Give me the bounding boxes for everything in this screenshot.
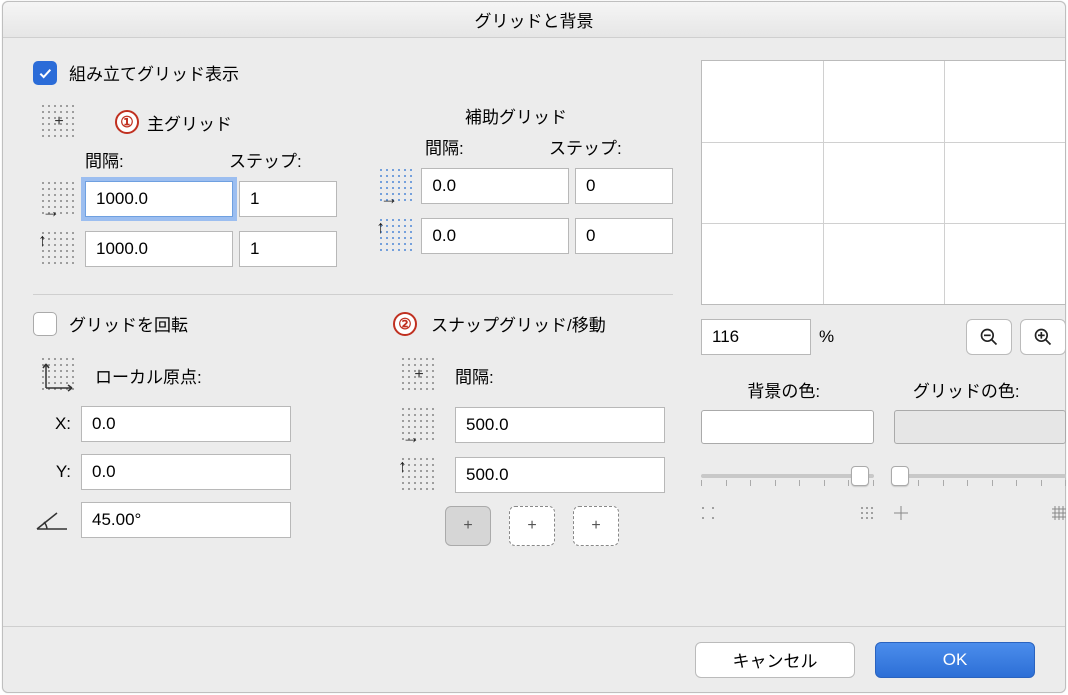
snap-mode-1-button[interactable]: + bbox=[445, 506, 491, 546]
snap-spacing-label: 間隔: bbox=[455, 363, 494, 388]
origin-x-input[interactable] bbox=[81, 406, 291, 442]
snap-grid-icon bbox=[400, 356, 438, 394]
dense-dots-icon bbox=[860, 506, 874, 520]
origin-y-input[interactable] bbox=[81, 454, 291, 490]
grid-color-label: グリッドの色: bbox=[913, 377, 1020, 402]
main-grid-spacing-x-input[interactable] bbox=[85, 181, 233, 217]
main-grid-spacing-label: 間隔: bbox=[85, 147, 229, 172]
snap-mode-2-button[interactable]: + bbox=[509, 506, 555, 546]
y-label: Y: bbox=[33, 462, 71, 482]
zoom-percent-label: % bbox=[819, 327, 834, 347]
axes-icon bbox=[40, 356, 78, 394]
aux-grid-step-x-input[interactable] bbox=[575, 168, 673, 204]
snap-grid-title: スナップグリッド/移動 bbox=[431, 311, 606, 336]
bg-color-well[interactable] bbox=[701, 410, 874, 444]
local-origin-label: ローカル原点: bbox=[95, 363, 202, 388]
main-grid-step-label: ステップ: bbox=[229, 147, 373, 172]
aux-grid-step-y-input[interactable] bbox=[575, 218, 673, 254]
main-grid-title: 主グリッド bbox=[147, 110, 232, 135]
snap-mode-3-button[interactable]: + bbox=[573, 506, 619, 546]
rotate-grid-checkbox[interactable] bbox=[33, 312, 57, 336]
x-label: X: bbox=[33, 414, 71, 434]
title-text: グリッドと背景 bbox=[475, 7, 594, 32]
grid-color-well[interactable] bbox=[894, 410, 1067, 444]
snap-x-icon: → bbox=[400, 406, 438, 444]
cancel-button[interactable]: キャンセル bbox=[695, 642, 855, 678]
snap-spacing-y-input[interactable] bbox=[455, 457, 665, 493]
show-construction-grid-checkbox[interactable] bbox=[33, 61, 57, 85]
rotate-grid-label: グリッドを回転 bbox=[69, 311, 188, 336]
sparse-dots-icon bbox=[701, 506, 715, 520]
aux-grid-title: 補助グリッド bbox=[465, 108, 567, 127]
grid-x-icon: → bbox=[40, 180, 78, 218]
grid-preview bbox=[701, 60, 1066, 305]
snap-y-icon: ↑ bbox=[400, 456, 438, 494]
aux-grid-spacing-label: 間隔: bbox=[425, 134, 549, 159]
aux-grid-y-icon: ↑ bbox=[378, 217, 416, 255]
aux-grid-x-icon: → bbox=[378, 167, 416, 205]
annotation-2-badge: ② bbox=[393, 312, 417, 336]
zoom-in-button[interactable] bbox=[1020, 319, 1066, 355]
bg-color-label: 背景の色: bbox=[747, 377, 820, 402]
main-grid-step-y-input[interactable] bbox=[239, 231, 337, 267]
grid-bg-dialog: グリッドと背景 組み立てグリッド表示 ① 主グリッド bbox=[2, 1, 1066, 693]
dense-grid-icon bbox=[1052, 506, 1066, 520]
window-title: グリッドと背景 bbox=[3, 2, 1065, 38]
snap-spacing-x-input[interactable] bbox=[455, 407, 665, 443]
main-grid-spacing-y-input[interactable] bbox=[85, 231, 233, 267]
zoom-value-input[interactable] bbox=[701, 319, 811, 355]
angle-icon bbox=[33, 507, 71, 533]
ok-button[interactable]: OK bbox=[875, 642, 1035, 678]
bg-grid-density-slider[interactable] bbox=[701, 462, 874, 502]
zoom-out-button[interactable] bbox=[966, 319, 1012, 355]
origin-angle-input[interactable] bbox=[81, 502, 291, 538]
annotation-1-badge: ① bbox=[115, 110, 139, 134]
grid-line-density-slider[interactable] bbox=[894, 462, 1067, 502]
aux-grid-spacing-y-input[interactable] bbox=[421, 218, 569, 254]
main-grid-icon bbox=[40, 103, 78, 141]
sparse-grid-icon bbox=[894, 506, 908, 520]
aux-grid-step-label: ステップ: bbox=[549, 134, 673, 159]
grid-y-icon: ↑ bbox=[40, 230, 78, 268]
aux-grid-spacing-x-input[interactable] bbox=[421, 168, 569, 204]
main-grid-step-x-input[interactable] bbox=[239, 181, 337, 217]
show-construction-grid-label: 組み立てグリッド表示 bbox=[69, 60, 239, 85]
